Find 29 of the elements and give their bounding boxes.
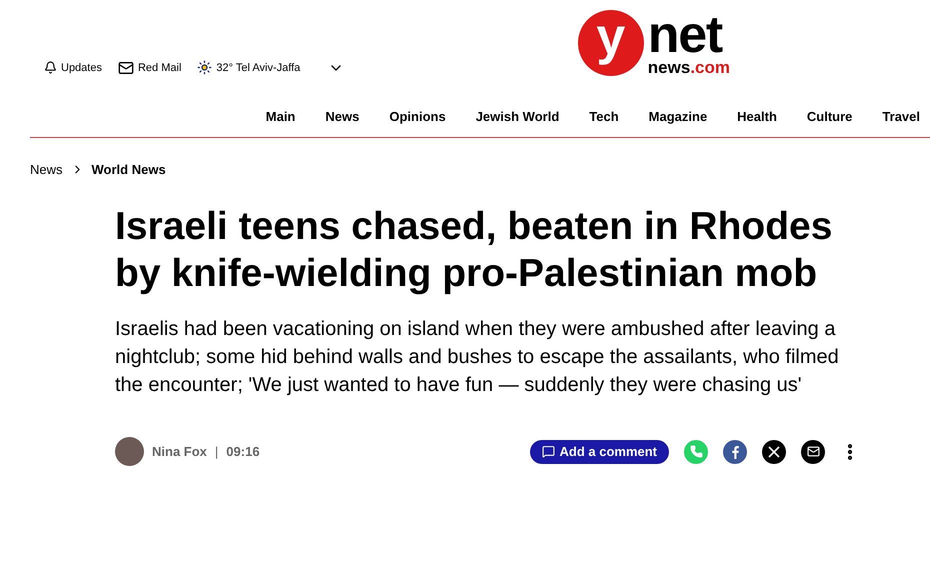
- article-headline: Israeli teens chased, beaten in Rhodes by knife-wielding pro-Palestinian mob: [115, 204, 834, 297]
- bell-icon: [44, 61, 57, 74]
- weather-link[interactable]: 32° Tel Aviv-Jaffa: [197, 60, 300, 76]
- mail-link[interactable]: Red Mail: [118, 60, 182, 76]
- breadcrumb-link[interactable]: World News: [92, 160, 166, 179]
- nav-link[interactable]: Opinions: [389, 107, 446, 126]
- nav-link[interactable]: Magazine: [648, 107, 708, 126]
- sun-icon: [197, 60, 212, 76]
- site-logo[interactable]: y net news.com: [578, 10, 730, 76]
- author-link[interactable]: Nina Fox: [152, 442, 207, 462]
- publish-time: 09:16: [226, 442, 260, 461]
- article-subtitle: Israelis had been vacationing on island when they were ambushed after leaving a nightclub; some hid behind walls and bushes to escape the assailants, who filmed the encounter; 'We just wanted to have fun — suddenly they were chasing us': [115, 317, 840, 398]
- separator: |: [214, 442, 218, 461]
- nav-link[interactable]: Culture: [806, 107, 852, 126]
- mail-icon: [118, 60, 134, 76]
- comment-icon: [542, 445, 556, 458]
- nav-link[interactable]: Health: [737, 107, 777, 126]
- nav-link[interactable]: Tech: [589, 107, 619, 126]
- nav-link[interactable]: News: [325, 107, 360, 126]
- email-icon[interactable]: [801, 440, 825, 464]
- x-logo-icon[interactable]: [762, 440, 786, 464]
- facebook-icon[interactable]: [723, 440, 747, 464]
- updates-link[interactable]: Updates: [44, 60, 102, 76]
- avatar-placeholder: [115, 437, 144, 466]
- nav-link[interactable]: Jewish World: [476, 107, 560, 126]
- nav-link[interactable]: Main: [266, 107, 296, 126]
- nav-link[interactable]: Travel: [882, 107, 920, 126]
- add-comment-button[interactable]: Add a comment: [530, 440, 669, 464]
- breadcrumb-link[interactable]: News: [30, 160, 63, 179]
